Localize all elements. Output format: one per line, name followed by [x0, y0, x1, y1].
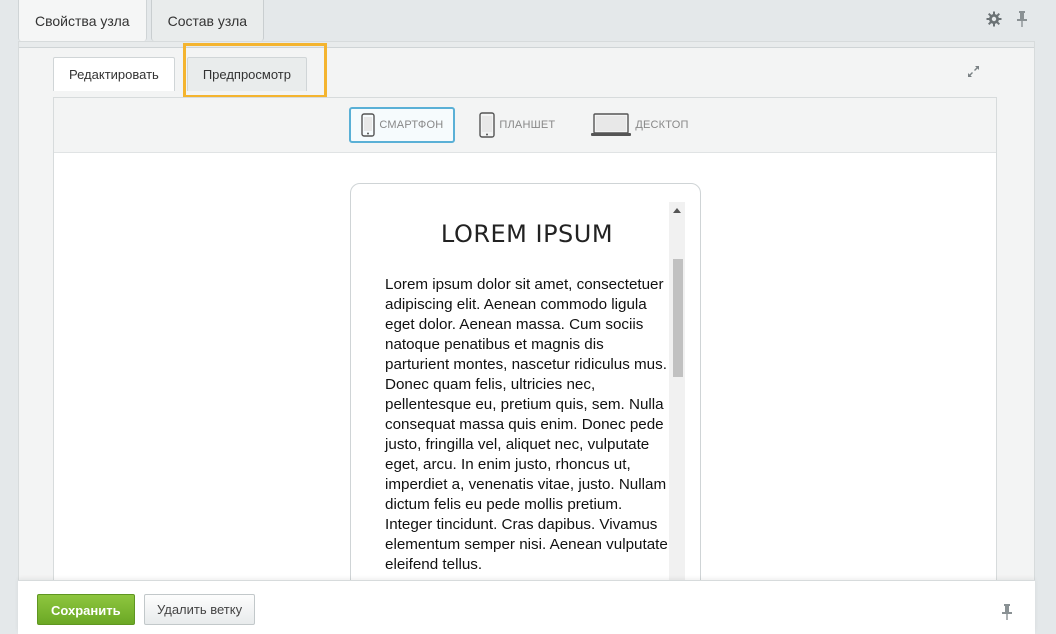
- node-composition-panel: Редактировать Предпросмотр СМАРТФОН ПЛАН…: [18, 41, 1035, 634]
- scroll-up-icon[interactable]: [673, 208, 681, 213]
- device-smartphone-button[interactable]: СМАРТФОН: [349, 107, 456, 143]
- desktop-icon: [591, 112, 632, 138]
- top-toolbar: [986, 10, 1028, 28]
- save-button[interactable]: Сохранить: [37, 594, 135, 625]
- preview-area: СМАРТФОН ПЛАНШЕТ ДЕСКТОП LOREM IPSUM Lor…: [53, 97, 997, 634]
- tab-node-composition[interactable]: Состав узла: [150, 0, 265, 41]
- gear-icon[interactable]: [986, 11, 1002, 27]
- tab-preview[interactable]: Предпросмотр: [186, 57, 307, 91]
- preview-title: LOREM IPSUM: [440, 220, 614, 248]
- device-desktop-button[interactable]: ДЕСКТОП: [579, 107, 700, 143]
- tab-edit[interactable]: Редактировать: [53, 57, 175, 91]
- panel-divider: [19, 42, 1034, 48]
- pin-icon[interactable]: [1001, 603, 1013, 624]
- preview-content: LOREM IPSUM Lorem ipsum dolor sit amet, …: [365, 202, 669, 575]
- smartphone-icon: [361, 113, 376, 137]
- tablet-icon: [479, 112, 496, 138]
- preview-screen[interactable]: LOREM IPSUM Lorem ipsum dolor sit amet, …: [365, 202, 685, 602]
- device-switcher: СМАРТФОН ПЛАНШЕТ ДЕСКТОП: [54, 98, 996, 153]
- device-tablet-label: ПЛАНШЕТ: [499, 119, 556, 131]
- footer-bar: Сохранить Удалить ветку: [18, 580, 1035, 634]
- delete-branch-button[interactable]: Удалить ветку: [144, 594, 256, 625]
- node-tabs: Свойства узла Состав узла: [18, 0, 268, 41]
- device-desktop-label: ДЕСКТОП: [635, 119, 689, 131]
- pin-icon[interactable]: [1016, 10, 1028, 28]
- device-smartphone-label: СМАРТФОН: [379, 119, 444, 131]
- tab-node-properties[interactable]: Свойства узла: [18, 0, 147, 41]
- device-tablet-button[interactable]: ПЛАНШЕТ: [467, 107, 567, 143]
- smartphone-frame: LOREM IPSUM Lorem ipsum dolor sit amet, …: [350, 183, 701, 603]
- editor-tabs: Редактировать Предпросмотр: [53, 57, 319, 91]
- preview-scrollbar[interactable]: [669, 202, 685, 602]
- preview-body-text: Lorem ipsum dolor sit amet, consectetuer…: [385, 276, 668, 573]
- expand-icon[interactable]: [967, 65, 980, 81]
- scroll-thumb[interactable]: [673, 259, 683, 377]
